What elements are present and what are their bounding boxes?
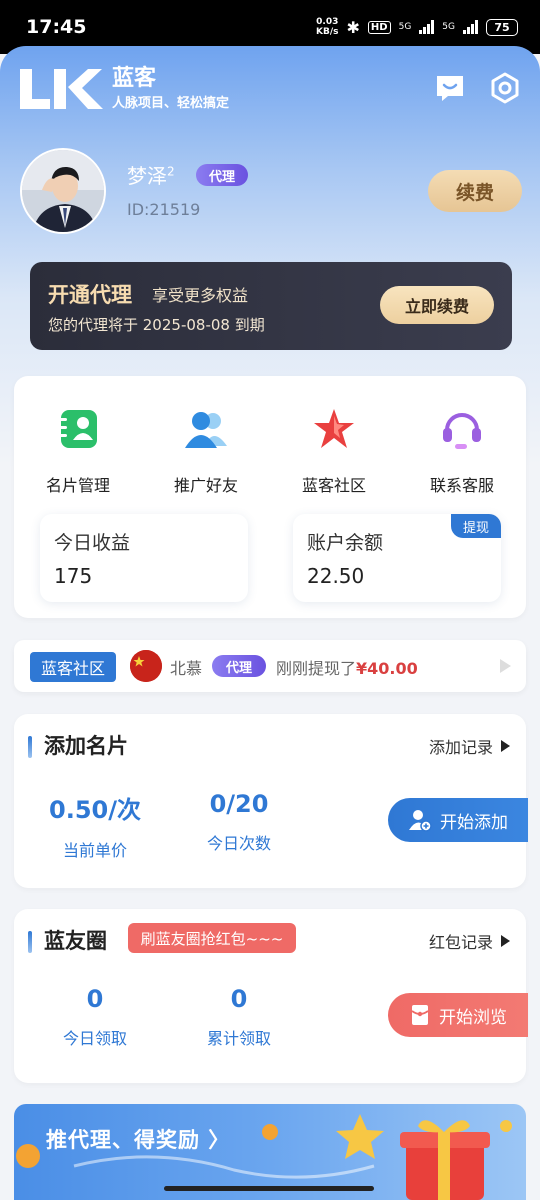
quick-label-service: 联系客服 (429, 476, 494, 495)
quick-label-community: 蓝客社区 (301, 476, 366, 495)
message-icon[interactable] (434, 72, 466, 104)
ticker-message: 刚刚提现了¥40.00 (276, 659, 418, 678)
lk-logo-icon (20, 68, 103, 109)
start-browse-button[interactable]: 开始浏览 (388, 993, 528, 1037)
start-add-button[interactable]: 开始添加 (388, 798, 528, 842)
count-value: 0/20 (209, 790, 269, 818)
balance-label: 账户余额 (307, 532, 384, 554)
friend-circle-section: 蓝友圈 刷蓝友圈抢红包~~~ 红包记录 0 今日领取 0 累计领取 开始浏览 (14, 909, 528, 1083)
total-received-value: 0 (230, 985, 248, 1013)
agent-badge: 代理 (196, 164, 248, 186)
brand-name: 蓝客 (112, 66, 157, 91)
play-arrow-icon (501, 935, 510, 947)
today-received-stat: 0 今日领取 (20, 985, 170, 1049)
today-received-label: 今日领取 (62, 1029, 127, 1048)
hd-icon: HD (367, 20, 391, 34)
bluetooth-icon: ✱ (346, 17, 360, 37)
quick-label-invite: 推广好友 (173, 476, 238, 495)
ticker-tag: 蓝客社区 (30, 652, 116, 682)
user-name: 梦泽2 (127, 164, 175, 188)
withdraw-button[interactable]: 提现 (451, 514, 501, 538)
network-type-2: 5G (442, 22, 455, 32)
total-received-stat: 0 累计领取 (164, 985, 314, 1049)
add-record-link[interactable]: 添加记录 (429, 734, 510, 758)
today-income-label: 今日收益 (54, 532, 131, 554)
section-accent-bar (28, 931, 32, 953)
vip-agent-card: 开通代理 享受更多权益 您的代理将于 2025-08-08 到期 立即续费 (30, 262, 512, 350)
user-avatar[interactable] (20, 148, 106, 234)
ticker-amount: ¥40.00 (356, 659, 418, 678)
today-income-box[interactable]: 今日收益 175 (40, 514, 248, 602)
total-received-label: 累计领取 (206, 1029, 271, 1048)
red-packet-icon (411, 1005, 429, 1025)
today-income-value: 175 (54, 564, 93, 588)
ticker-user: 北慕 (170, 659, 203, 678)
section-accent-bar (28, 736, 32, 758)
red-packet-record-link[interactable]: 红包记录 (429, 929, 510, 953)
vip-subtitle: 享受更多权益 (152, 286, 249, 305)
quick-item-card-manage[interactable]: 名片管理 (14, 406, 142, 496)
signal-icon-2 (463, 20, 478, 34)
add-card-title: 添加名片 (44, 734, 128, 758)
ticker-play-icon (500, 659, 511, 673)
quick-item-invite[interactable]: 推广好友 (142, 406, 270, 496)
vip-title: 开通代理 (48, 283, 132, 307)
quick-menu-card: 名片管理 推广好友 蓝客社区 联系客服 今日收益 175 账户余额 22.50 … (14, 376, 526, 618)
balance-box[interactable]: 账户余额 22.50 提现 (293, 514, 501, 602)
quick-label-card-manage: 名片管理 (45, 476, 110, 495)
play-arrow-icon (501, 740, 510, 752)
battery-icon: 75 (486, 18, 518, 36)
customer-service-icon (443, 413, 481, 449)
price-value: 0.50/次 (49, 796, 141, 824)
add-user-icon (409, 810, 432, 832)
community-star-icon (314, 409, 354, 448)
user-id: ID:21519 (127, 200, 201, 219)
brand-logo: 蓝客 人脉项目、轻松搞定 (18, 66, 229, 111)
add-card-section: 添加名片 添加记录 0.50/次 当前单价 0/20 今日次数 开始添加 (14, 714, 528, 888)
quick-menu: 名片管理 推广好友 蓝客社区 联系客服 (14, 406, 526, 496)
count-label: 今日次数 (206, 834, 271, 853)
quick-item-community[interactable]: 蓝客社区 (270, 406, 398, 496)
vip-expire-text: 您的代理将于 2025-08-08 到期 (48, 316, 265, 334)
ticker-agent-badge: 代理 (212, 655, 266, 677)
ticker-avatar (130, 650, 162, 682)
banner-text: 推代理、得奖励 〉 (46, 1128, 231, 1152)
signal-icon (419, 20, 435, 34)
avatar-image (22, 150, 104, 232)
count-stat: 0/20 今日次数 (164, 790, 314, 854)
invite-friends-icon (185, 412, 227, 448)
red-packet-tag: 刷蓝友圈抢红包~~~ (128, 923, 296, 953)
balance-value: 22.50 (307, 564, 365, 588)
community-ticker[interactable]: 蓝客社区 北慕 代理 刚刚提现了¥40.00 (14, 640, 526, 692)
network-type-1: 5G (398, 22, 412, 32)
friend-circle-title: 蓝友圈 (44, 929, 107, 953)
price-stat: 0.50/次 当前单价 (20, 790, 170, 861)
renew-button[interactable]: 续费 (428, 170, 522, 212)
home-indicator[interactable] (164, 1186, 374, 1191)
status-indicators: 0.03 KB/s ✱ HD 5G 5G 75 (316, 17, 518, 37)
settings-icon[interactable] (489, 72, 521, 104)
card-manage-icon (57, 410, 97, 448)
status-time: 17:45 (26, 16, 87, 38)
quick-item-service[interactable]: 联系客服 (398, 406, 526, 496)
brand-slogan: 人脉项目、轻松搞定 (112, 96, 230, 111)
price-label: 当前单价 (62, 841, 127, 860)
renew-now-button[interactable]: 立即续费 (380, 286, 494, 324)
network-speed: 0.03 KB/s (316, 17, 339, 37)
today-received-value: 0 (86, 985, 104, 1013)
